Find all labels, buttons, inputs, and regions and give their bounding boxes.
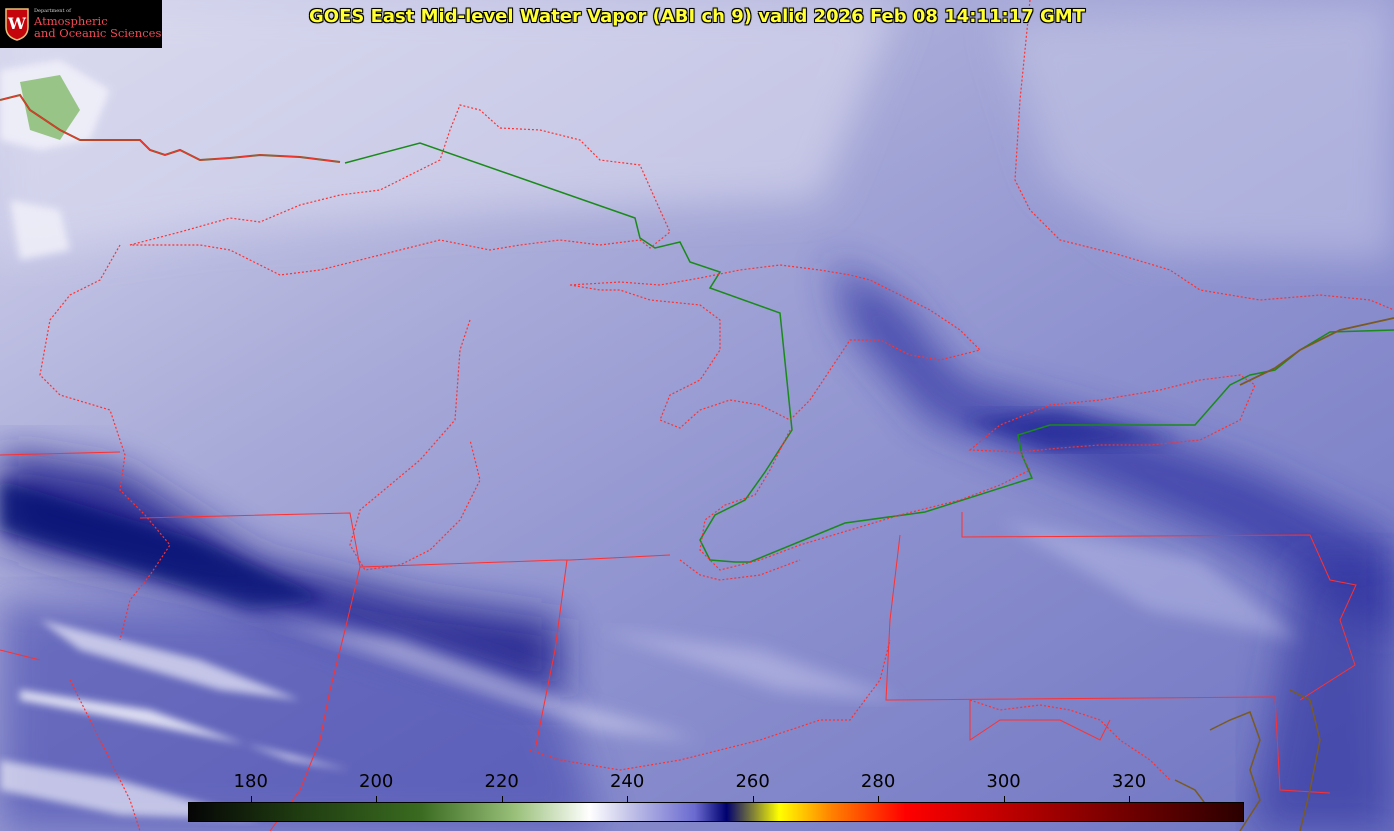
colorbar-tick-label: 220 (484, 771, 519, 792)
colorbar-tick-label: 260 (735, 771, 770, 792)
colorbar-tick-label: 200 (359, 771, 394, 792)
colorbar-tick-mark (753, 796, 754, 802)
colorbar-tick-mark (1129, 796, 1130, 802)
map-title: GOES East Mid-level Water Vapor (ABI ch … (309, 6, 1085, 27)
logo-line2: and Oceanic Sciences (34, 25, 162, 40)
colorbar-tick-mark (502, 796, 503, 802)
colorbar-tick-label: 280 (860, 771, 896, 792)
colorbar-tick-label: 180 (233, 771, 268, 792)
colorbar-tick-label: 320 (1111, 771, 1147, 792)
colorbar (188, 802, 1244, 822)
colorbar-tick-mark (878, 796, 879, 802)
colorbar-tick-mark (251, 796, 252, 802)
colorbar-tick-label: 240 (609, 771, 645, 792)
water-vapor-imagery (0, 0, 1394, 831)
colorbar-tick-label: 300 (986, 771, 1021, 792)
colorbar-tick-mark (1004, 796, 1005, 802)
colorbar-tick-mark (376, 796, 377, 802)
colorbar-tick-mark (627, 796, 628, 802)
satellite-map: W Department of Atmospheric and Oceanic … (0, 0, 1394, 831)
